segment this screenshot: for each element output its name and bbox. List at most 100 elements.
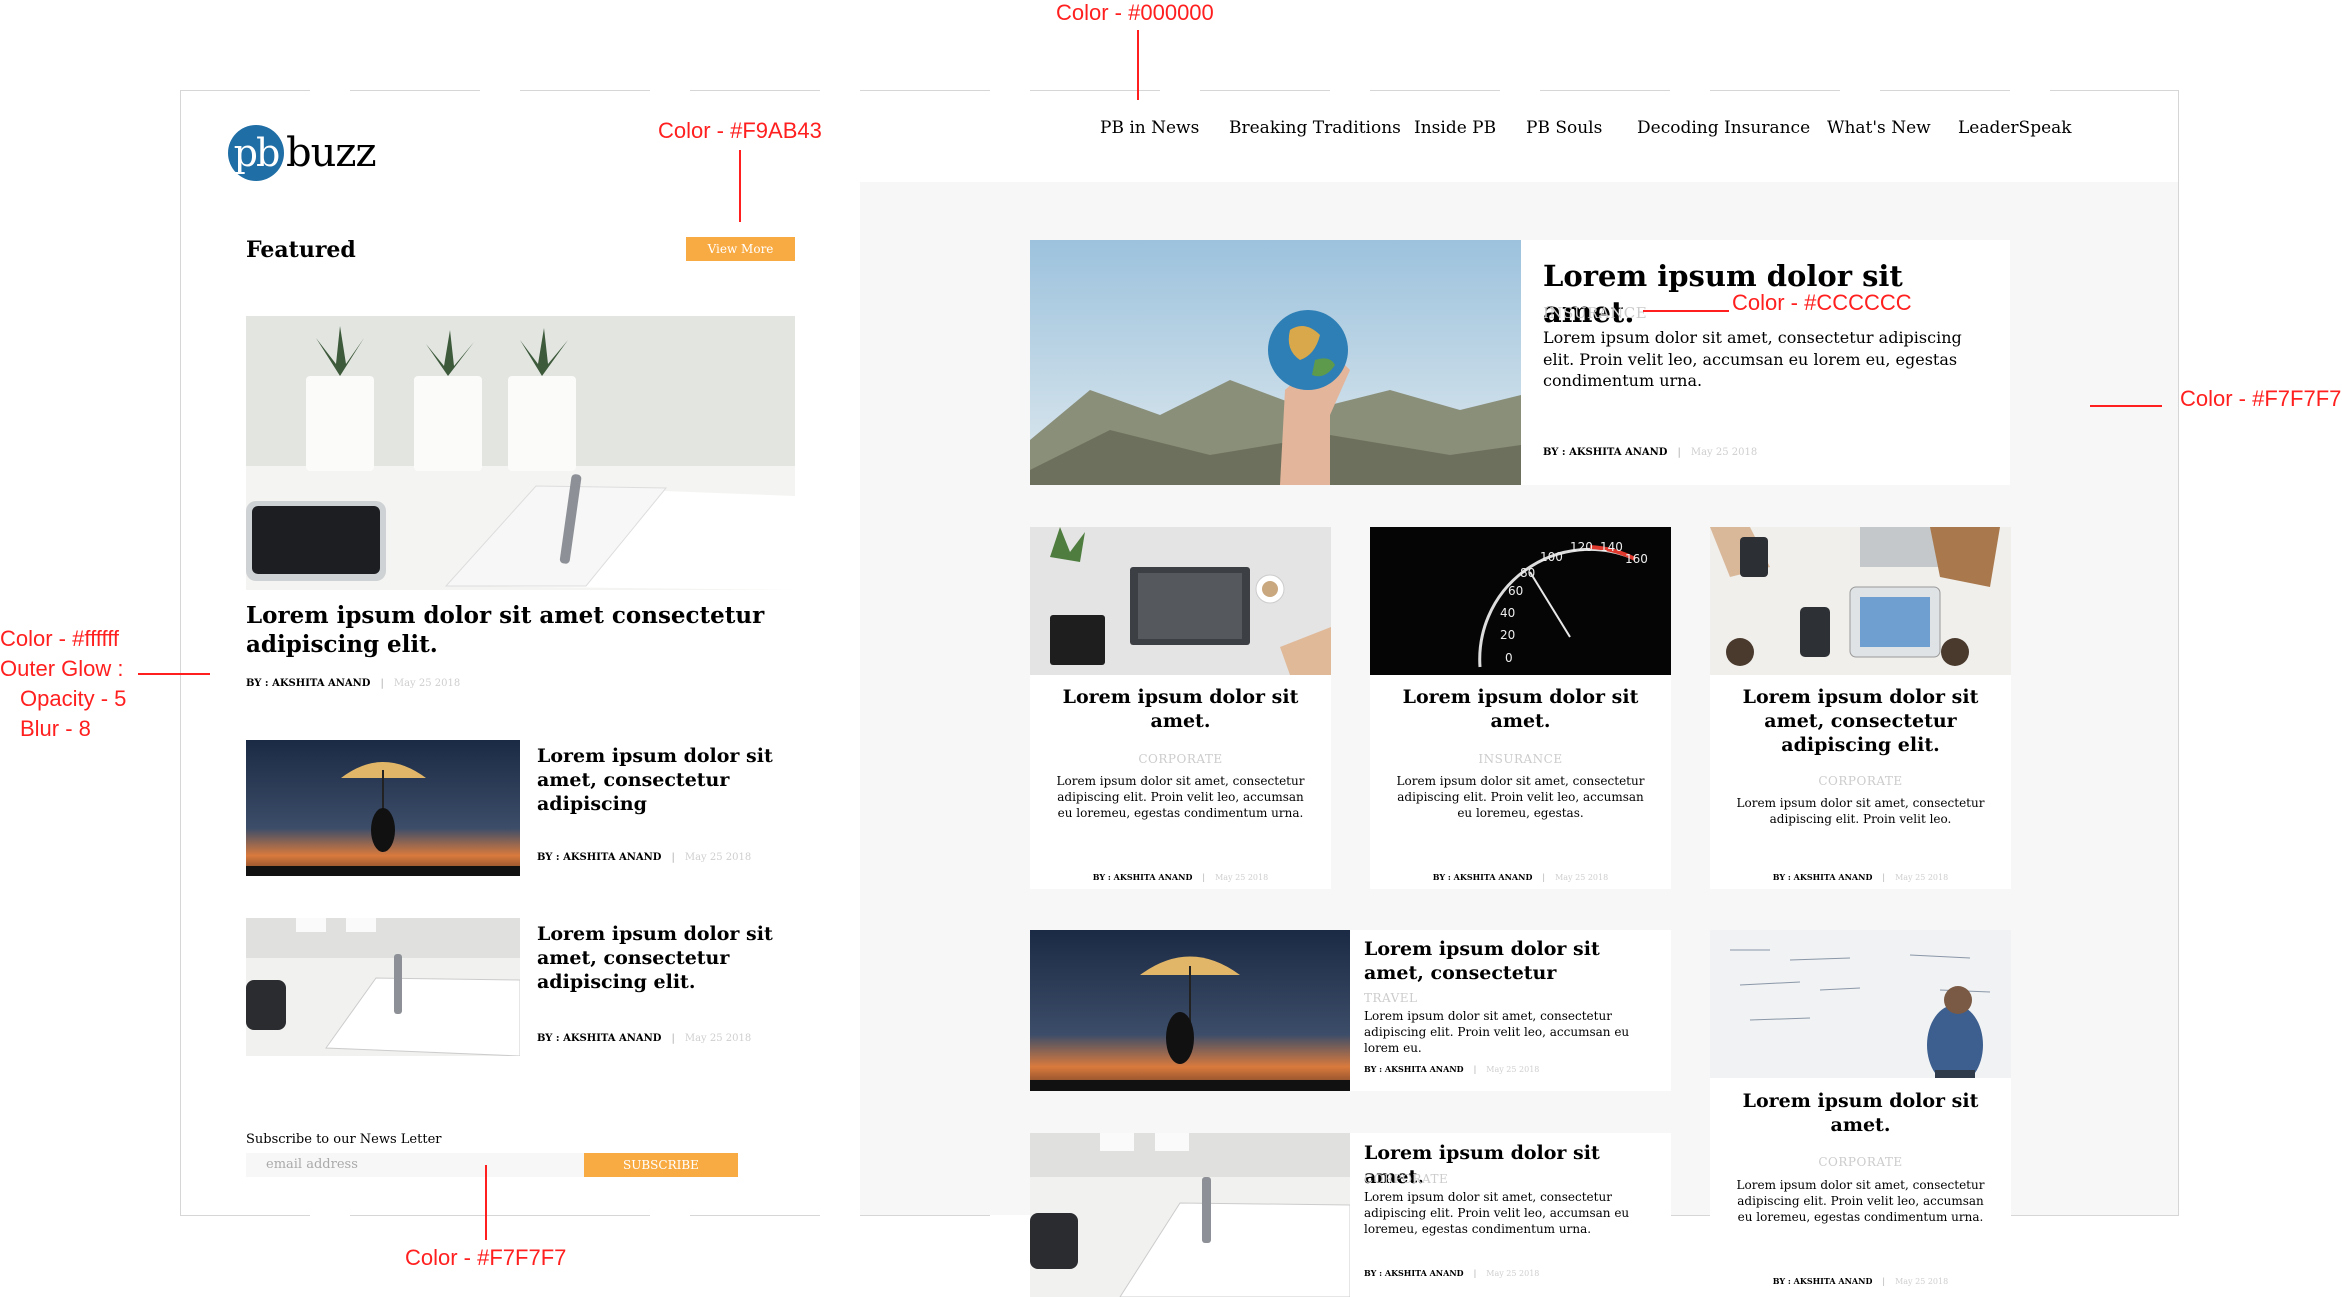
nav-breaking-traditions[interactable]: Breaking Traditions [1229,118,1401,138]
annotation-line [2090,405,2162,407]
annotation-panel-color: Color - #F7F7F7 [2180,386,2342,411]
email-input[interactable]: email address [246,1153,584,1177]
post-date: May 25 2018 [1895,873,1949,882]
card-2-category[interactable]: INSURANCE [1385,752,1656,766]
author-name: BY : AKSHITA ANAND [1772,1276,1873,1286]
featured-image[interactable] [246,316,795,590]
logo-text: buzz [286,130,377,176]
wide-card-1-meta: BY : AKSHITA ANAND | May 25 2018 [1364,1064,1540,1074]
author-name: BY : AKSHITA ANAND [537,852,662,863]
svg-text:40: 40 [1500,606,1515,620]
card-image-speedometer[interactable]: 0 20 40 60 80 100 120 140 160 [1370,527,1671,675]
card-1-meta: BY : AKSHITA ANAND | May 25 2018 [1092,872,1269,882]
post-date: May 25 2018 [684,852,752,863]
logo-mark: pb [228,125,284,181]
post-date: May 25 2018 [1555,873,1609,882]
card-1-excerpt: Lorem ipsum dolor sit amet, consectetur … [1056,774,1305,821]
wide-card-image-notebook[interactable] [1030,1133,1350,1297]
svg-text:20: 20 [1500,628,1515,642]
author-name: BY : AKSHITA ANAND [246,678,371,689]
svg-text:120: 120 [1570,540,1593,554]
wide-card-2-meta: BY : AKSHITA ANAND | May 25 2018 [1364,1268,1540,1278]
annotation-line [739,150,741,222]
annotation-glow-blur: Blur - 8 [20,716,91,741]
svg-text:160: 160 [1625,552,1648,566]
annotation-button-color: Color - #F9AB43 [658,118,822,143]
card-3-category[interactable]: CORPORATE [1725,774,1996,788]
story-thumbnail-notebook[interactable] [246,918,520,1056]
featured-heading: Featured [246,237,356,263]
author-name: BY : AKSHITA ANAND [1772,872,1873,882]
svg-text:60: 60 [1508,584,1523,598]
post-date: May 25 2018 [1486,1065,1540,1074]
post-date: May 25 2018 [393,678,461,689]
author-name: BY : AKSHITA ANAND [1364,1268,1464,1278]
wide-card-image-umbrella[interactable] [1030,930,1350,1091]
card-2-meta: BY : AKSHITA ANAND | May 25 2018 [1432,872,1609,882]
subscribe-button[interactable]: SUBSCRIBE [584,1153,738,1177]
annotation-line [138,673,210,675]
author-name: BY : AKSHITA ANAND [1543,447,1668,458]
card-3-headline[interactable]: Lorem ipsum dolor sit amet, consectetur … [1725,686,1996,757]
tall-card-category[interactable]: CORPORATE [1725,1155,1996,1169]
nav-pb-souls[interactable]: PB Souls [1526,118,1602,138]
nav-pb-in-news[interactable]: PB in News [1100,118,1199,138]
newsletter-label: Subscribe to our News Letter [246,1132,442,1147]
card-3-meta: BY : AKSHITA ANAND | May 25 2018 [1772,872,1949,882]
nav-whats-new[interactable]: What's New [1827,118,1931,138]
tall-card-excerpt: Lorem ipsum dolor sit amet, consectetur … [1736,1178,1985,1225]
post-date: May 25 2018 [1690,447,1758,458]
annotation-line [485,1165,487,1240]
card-3-excerpt: Lorem ipsum dolor sit amet, consectetur … [1736,796,1985,827]
wide-card-2-category[interactable]: CORPORATE [1364,1172,1448,1186]
view-more-button[interactable]: View More [686,237,795,261]
nav-decoding-insurance[interactable]: Decoding Insurance [1637,118,1810,138]
post-date: May 25 2018 [1486,1269,1540,1278]
annotation-input-color: Color - #F7F7F7 [405,1245,567,1270]
card-2-headline[interactable]: Lorem ipsum dolor sit amet. [1385,686,1656,734]
wide-card-2-excerpt: Lorem ipsum dolor sit amet, consectetur … [1364,1190,1630,1237]
author-name: BY : AKSHITA ANAND [1432,872,1533,882]
annotation-nav-color: Color - #000000 [1056,0,1214,25]
hero-excerpt: Lorem ipsum dolor sit amet, consectetur … [1543,328,1962,391]
featured-meta: BY : AKSHITA ANAND | May 25 2018 [246,678,461,689]
main-nav: PB in News Breaking Traditions Inside PB… [1100,118,2072,142]
hero-image-globe[interactable] [1030,240,1521,485]
pbbuzz-logo[interactable]: pb buzz [228,125,377,181]
featured-headline[interactable]: Lorem ipsum dolor sit amet consectetur a… [246,602,766,660]
annotation-line [1137,30,1139,100]
post-date: May 25 2018 [1895,1277,1949,1286]
story-thumbnail-umbrella[interactable] [246,740,520,876]
story-1-headline[interactable]: Lorem ipsum dolor sit amet, consectetur … [537,745,777,816]
annotation-line [1643,310,1729,312]
annotation-category-color: Color - #CCCCCC [1732,290,1912,315]
card-image-desk[interactable] [1710,527,2011,675]
annotation-glow-color: Color - #ffffff [0,626,120,651]
annotation-glow-label: Outer Glow : [0,656,124,681]
story-2-headline[interactable]: Lorem ipsum dolor sit amet, consectetur … [537,923,777,994]
tall-card-headline[interactable]: Lorem ipsum dolor sit amet. [1725,1090,1996,1138]
post-date: May 25 2018 [684,1033,752,1044]
card-1-category[interactable]: CORPORATE [1045,752,1316,766]
svg-text:100: 100 [1540,550,1563,564]
nav-leaderspeak[interactable]: LeaderSpeak [1958,118,2072,138]
hero-meta: BY : AKSHITA ANAND | May 25 2018 [1543,447,1758,458]
card-1-headline[interactable]: Lorem ipsum dolor sit amet. [1045,686,1316,734]
author-name: BY : AKSHITA ANAND [1092,872,1193,882]
author-name: BY : AKSHITA ANAND [1364,1064,1464,1074]
card-image-laptop[interactable] [1030,527,1331,675]
hero-category[interactable]: INSURANCE [1543,304,1647,322]
card-image-whiteboard[interactable] [1710,930,2011,1078]
annotation-glow-opacity: Opacity - 5 [20,686,127,711]
card-2-excerpt: Lorem ipsum dolor sit amet, consectetur … [1396,774,1645,821]
wide-card-1-headline[interactable]: Lorem ipsum dolor sit amet, consectetur [1364,938,1664,986]
story-1-meta: BY : AKSHITA ANAND | May 25 2018 [537,852,752,863]
author-name: BY : AKSHITA ANAND [537,1033,662,1044]
tall-card-meta: BY : AKSHITA ANAND | May 25 2018 [1772,1276,1949,1286]
post-date: May 25 2018 [1215,873,1269,882]
story-2-meta: BY : AKSHITA ANAND | May 25 2018 [537,1033,752,1044]
wide-card-1-category[interactable]: TRAVEL [1364,991,1418,1005]
nav-inside-pb[interactable]: Inside PB [1414,118,1496,138]
svg-text:0: 0 [1505,651,1513,665]
svg-text:140: 140 [1600,540,1623,554]
